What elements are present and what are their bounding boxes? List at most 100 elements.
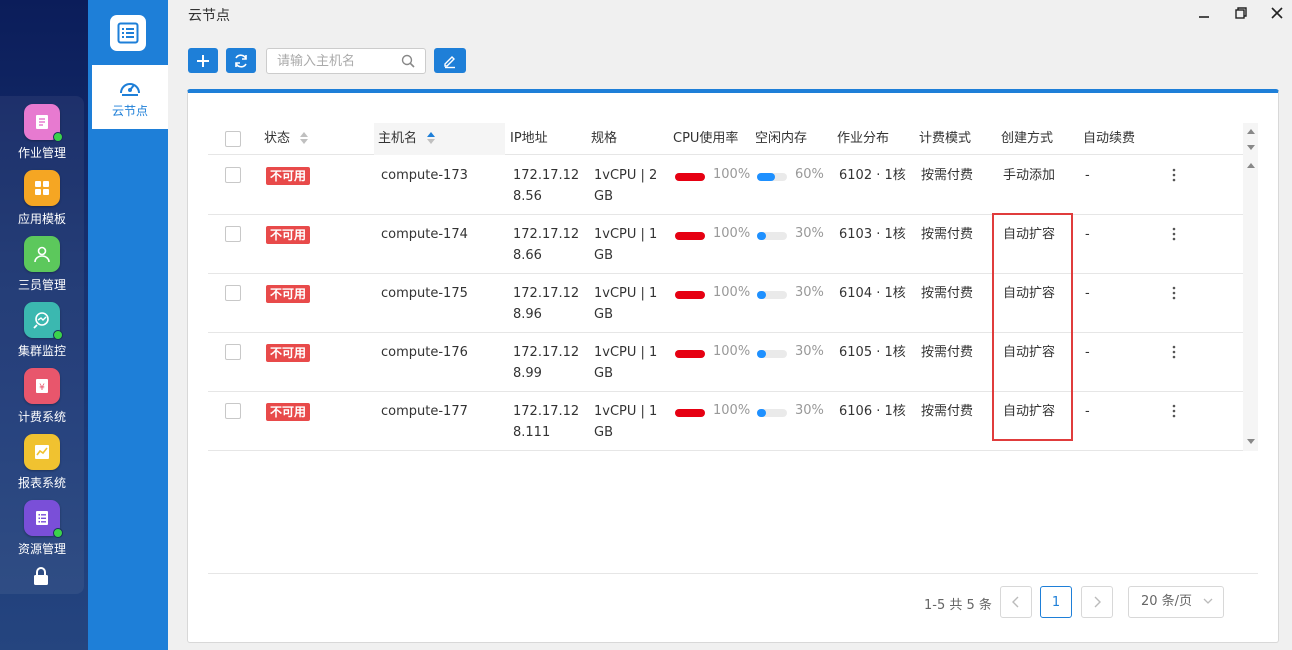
header-status-label: 状态 [264, 131, 291, 146]
more-icon[interactable] [1172, 286, 1176, 300]
cpu-usage-pct: 100% [713, 167, 751, 182]
chevron-right-icon [1094, 596, 1101, 608]
header-status[interactable]: 状态 [264, 123, 309, 155]
minimize-icon [1199, 16, 1209, 18]
page-1-button[interactable]: 1 [1040, 586, 1072, 618]
status-badge: 不可用 [266, 344, 311, 362]
footer-divider [208, 573, 1258, 574]
dock-item[interactable]: 资源管理 [0, 500, 84, 566]
billing-cell: 按需付费 [921, 286, 974, 301]
mem-free-pct: 60% [795, 167, 824, 182]
chevron-left-icon [1012, 596, 1019, 608]
header-hostname-label: 主机名 [378, 131, 418, 146]
nav-item-label: 云节点 [111, 103, 148, 118]
prev-page-button[interactable] [1000, 586, 1032, 618]
node-table-card: 状态 主机名 IP地址 规格 CPU使用率 空闲内存 作业分布 计费模式 创建方… [187, 89, 1279, 643]
nav-item-cloud-node[interactable]: 云节点 [92, 65, 168, 129]
mem-free-pct: 30% [795, 226, 824, 241]
search-input[interactable] [267, 49, 392, 73]
spec-line-1: 1vCPU | 2 [594, 168, 658, 183]
page-size-select[interactable]: 20 条/页 [1128, 586, 1224, 618]
refresh-button[interactable] [226, 48, 256, 73]
status-badge: 不可用 [266, 167, 311, 185]
close-button[interactable] [1267, 4, 1287, 22]
search-icon[interactable] [401, 54, 415, 68]
scroll-down-icon[interactable] [1247, 439, 1255, 444]
highlight-box [992, 213, 1073, 441]
desktop-dock: 作业管理 应用模板 三员管理集群监控 ¥ 计费系统 报表系统 资源管理 [0, 0, 88, 650]
dock-item-label: 集群监控 [17, 344, 66, 358]
edit-icon [444, 55, 455, 68]
add-button[interactable] [188, 48, 218, 73]
dock-item[interactable]: 应用模板 [0, 170, 84, 236]
restore-icon [1235, 7, 1247, 19]
table-scrollbar[interactable] [1243, 123, 1258, 451]
billing-cell: 按需付费 [921, 227, 974, 242]
renew-cell: - [1085, 286, 1090, 301]
create-cell: 手动添加 [1003, 168, 1056, 183]
renew-cell: - [1085, 168, 1090, 183]
user-icon [24, 236, 60, 272]
ip-line-2: 8.111 [513, 425, 551, 440]
mem-free-pct: 30% [795, 403, 824, 418]
mem-free-bar [757, 173, 787, 181]
hostname-cell: compute-175 [381, 286, 468, 301]
cpu-usage-pct: 100% [713, 344, 751, 359]
row-checkbox[interactable] [225, 167, 241, 183]
more-icon[interactable] [1172, 227, 1176, 241]
close-icon [1271, 7, 1283, 19]
dock-item[interactable]: 集群监控 [0, 302, 84, 368]
restore-button[interactable] [1231, 4, 1251, 22]
mem-free-fill [757, 409, 766, 417]
window-title: 云节点 [188, 8, 230, 24]
table-row[interactable]: 不可用 compute-174 172.17.12 8.66 1vCPU | 1 GB 10… [208, 215, 1243, 274]
spec-line-2: GB [594, 248, 613, 263]
spec-line-2: GB [594, 366, 613, 381]
more-icon[interactable] [1172, 345, 1176, 359]
svg-text:¥: ¥ [39, 383, 45, 393]
billing-cell: 按需付费 [921, 168, 974, 183]
row-checkbox[interactable] [225, 344, 241, 360]
lock-icon[interactable] [32, 566, 50, 586]
dock-item[interactable]: 三员管理 [0, 236, 84, 302]
scroll-up-icon[interactable] [1247, 129, 1255, 134]
edit-button[interactable] [434, 48, 466, 73]
more-icon[interactable] [1172, 168, 1176, 182]
next-page-button[interactable] [1081, 586, 1113, 618]
cpu-usage-fill [675, 173, 705, 181]
dock-item[interactable]: 作业管理 [0, 104, 84, 170]
row-checkbox[interactable] [225, 403, 241, 419]
table-row[interactable]: 不可用 compute-173 172.17.12 8.56 1vCPU | 2 GB 10… [208, 156, 1243, 215]
row-checkbox[interactable] [225, 285, 241, 301]
billing-cell: 按需付费 [921, 345, 974, 360]
table-row[interactable]: 不可用 compute-175 172.17.12 8.96 1vCPU | 1 GB 10… [208, 274, 1243, 333]
status-badge: 不可用 [266, 226, 311, 244]
job-cell: 6104 · 1核 [839, 286, 906, 301]
grid-icon [24, 170, 60, 206]
header-billing: 计费模式 [919, 131, 972, 146]
job-icon [24, 104, 63, 142]
spec-line-1: 1vCPU | 1 [594, 345, 658, 360]
spec-line-2: GB [594, 307, 613, 322]
more-icon[interactable] [1172, 404, 1176, 418]
header-mem: 空闲内存 [755, 131, 808, 146]
header-hostname[interactable]: 主机名 [374, 123, 505, 155]
dock-item[interactable]: 报表系统 [0, 434, 84, 500]
job-cell: 6102 · 1核 [839, 168, 906, 183]
spec-line-2: GB [594, 189, 613, 204]
ip-line-1: 172.17.12 [513, 345, 580, 360]
scroll-up-icon[interactable] [1247, 163, 1255, 168]
table-row[interactable]: 不可用 compute-177 172.17.12 8.111 1vCPU | 1 GB 1… [208, 392, 1243, 451]
ip-cell: 172.17.12 8.99 [513, 342, 579, 384]
ip-line-2: 8.56 [513, 189, 542, 204]
sort-asc-icon[interactable] [427, 131, 436, 144]
cpu-usage-fill [675, 350, 705, 358]
dock-item[interactable]: ¥ 计费系统 [0, 368, 84, 434]
row-checkbox[interactable] [225, 226, 241, 242]
minimize-button[interactable] [1194, 4, 1214, 22]
spec-line-1: 1vCPU | 1 [594, 404, 658, 419]
sort-icon[interactable] [300, 131, 309, 144]
table-row[interactable]: 不可用 compute-176 172.17.12 8.99 1vCPU | 1 GB 10… [208, 333, 1243, 392]
select-all-checkbox[interactable] [225, 131, 241, 147]
scroll-down-icon[interactable] [1247, 145, 1255, 150]
